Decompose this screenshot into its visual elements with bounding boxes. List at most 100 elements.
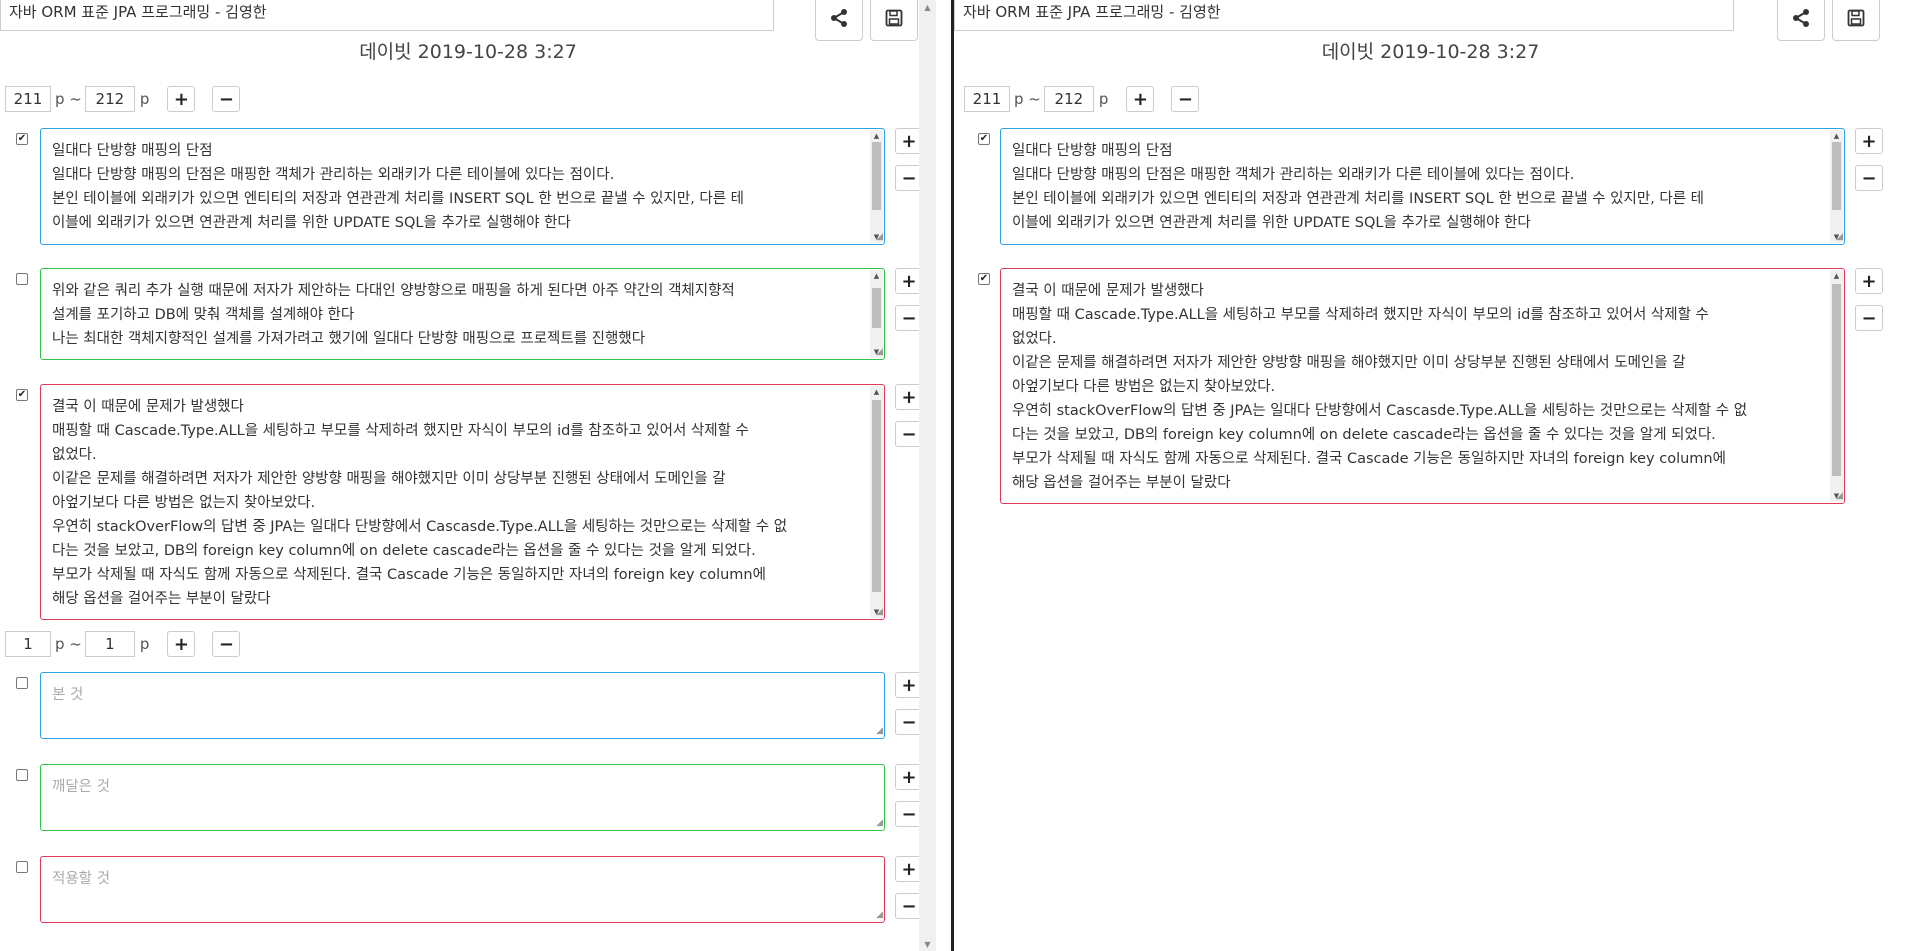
note-line: 다는 것을 보았고, DB의 foreign key column에 on de… — [1012, 427, 1716, 443]
scroll-up-arrow-icon[interactable]: ▲ — [1830, 130, 1843, 142]
note-textarea[interactable]: 일대다 단방향 매핑의 단점 일대다 단방향 매핑의 단점은 매핑한 객체가 관… — [40, 128, 885, 245]
note-checkbox[interactable] — [16, 273, 28, 285]
note-line: 매핑할 때 Cascade.Type.ALL을 세팅하고 부모를 삭제하려 했지… — [1012, 307, 1709, 323]
apply-textarea[interactable]: 적용할 것 ◢ — [40, 856, 885, 923]
share-button[interactable] — [815, 0, 863, 41]
page-range-separator: p ~ — [55, 90, 82, 108]
share-button[interactable] — [1777, 0, 1825, 41]
note-line: 아엎기보다 다른 방법은 없는지 찾아보았다. — [52, 495, 316, 511]
remove-note-button[interactable]: − — [1855, 305, 1883, 331]
note-scrollbar[interactable]: ▲ ▼ — [1830, 270, 1843, 502]
note-checkbox[interactable]: ✔ — [16, 389, 28, 401]
remove-page-range-button[interactable]: − — [1171, 86, 1200, 112]
textarea-placeholder: 깨달은 것 — [52, 779, 110, 795]
save-button[interactable] — [870, 0, 918, 41]
save-icon — [885, 9, 903, 26]
share-icon — [831, 8, 847, 27]
note-line: 없었다. — [52, 447, 97, 463]
right-pane: 자바 ORM 표준 JPA 프로그래밍 - 김영한 데이빗 2019-10-28… — [954, 0, 1907, 951]
note-textarea[interactable]: 결국 이 때문에 문제가 발생했다 매핑할 때 Cascade.Type.ALL… — [1000, 268, 1845, 504]
note-line: 일대다 단방향 매핑의 단점 — [1012, 143, 1173, 159]
resize-grip-icon[interactable]: ◢ — [872, 607, 883, 618]
resize-grip-icon[interactable]: ◢ — [872, 910, 883, 921]
note-line: 이같은 문제를 해결하려면 저자가 제안한 양방향 매핑을 해야했지만 이미 상… — [1012, 355, 1686, 371]
page-from-input[interactable]: 1 — [5, 631, 51, 657]
note-scrollbar[interactable]: ▲ ▼ — [870, 270, 883, 358]
note-scrollbar[interactable]: ▲ ▼ — [870, 386, 883, 618]
scroll-thumb[interactable] — [872, 142, 881, 210]
resize-grip-icon[interactable]: ◢ — [872, 726, 883, 737]
scroll-up-arrow-icon[interactable]: ▲ — [919, 0, 936, 14]
scroll-up-arrow-icon[interactable]: ▲ — [870, 270, 883, 282]
add-page-range-button[interactable]: + — [1126, 86, 1155, 112]
add-page-range-button[interactable]: + — [167, 631, 196, 657]
note-checkbox[interactable]: ✔ — [16, 133, 28, 145]
page-range-separator: p ~ — [55, 635, 82, 653]
book-title-field[interactable]: 자바 ORM 표준 JPA 프로그래밍 - 김영한 — [0, 0, 774, 31]
page-to-input[interactable]: 1 — [84, 631, 135, 657]
resize-grip-icon[interactable]: ◢ — [872, 232, 883, 243]
scroll-thumb[interactable] — [1832, 284, 1841, 476]
note-line: 이블에 외래키가 있으면 연관관계 처리를 위한 UPDATE SQL을 추가로… — [1012, 215, 1531, 231]
save-icon — [1847, 9, 1865, 26]
resize-grip-icon[interactable]: ◢ — [872, 347, 883, 358]
note-line: 해당 옵션을 걸어주는 부분이 달랐다 — [52, 591, 271, 607]
book-title-field[interactable]: 자바 ORM 표준 JPA 프로그래밍 - 김영한 — [954, 0, 1734, 31]
page-range: 211 p ~ 212 p + − — [964, 86, 1200, 112]
remove-note-button[interactable]: − — [1855, 165, 1883, 191]
note-line: 다는 것을 보았고, DB의 foreign key column에 on de… — [52, 543, 756, 559]
note-scrollbar[interactable]: ▲ ▼ — [870, 130, 883, 243]
add-note-button[interactable]: + — [1855, 128, 1883, 154]
page-unit: p — [139, 635, 150, 653]
add-note-button[interactable]: + — [1855, 268, 1883, 294]
page-unit: p — [1098, 90, 1109, 108]
scroll-up-arrow-icon[interactable]: ▲ — [870, 130, 883, 142]
note-line: 부모가 삭제될 때 자식도 함께 자동으로 삭제된다. 결국 Cascade 기… — [1012, 451, 1726, 467]
seen-textarea[interactable]: 본 것 ◢ — [40, 672, 885, 739]
page-to-input[interactable]: 212 — [1043, 86, 1094, 112]
note-line: 일대다 단방향 매핑의 단점은 매핑한 객체가 관리하는 외래키가 다른 테이블… — [52, 167, 615, 183]
scroll-thumb[interactable] — [1832, 142, 1841, 210]
left-pane-scrollbar[interactable]: ▲ ▼ — [919, 0, 936, 951]
share-icon — [1793, 8, 1809, 27]
textarea-placeholder: 적용할 것 — [52, 871, 110, 887]
left-pane: 자바 ORM 표준 JPA 프로그래밍 - 김영한 데이빗 2019-10-28… — [0, 0, 936, 951]
scroll-up-arrow-icon[interactable]: ▲ — [870, 386, 883, 398]
page-range-separator: p ~ — [1014, 90, 1041, 108]
save-button[interactable] — [1832, 0, 1880, 41]
reflection-checkbox[interactable] — [16, 677, 28, 689]
note-line: 위와 같은 쿼리 추가 실행 때문에 저자가 제안하는 다대인 양방향으로 매핑… — [52, 283, 735, 299]
note-line: 아엎기보다 다른 방법은 없는지 찾아보았다. — [1012, 379, 1276, 395]
scroll-thumb[interactable] — [872, 288, 881, 328]
record-subtitle: 데이빗 2019-10-28 3:27 — [1321, 41, 1540, 63]
page-from-input[interactable]: 211 — [5, 86, 51, 112]
add-page-range-button[interactable]: + — [167, 86, 196, 112]
note-line: 본인 테이블에 외래키가 있으면 엔티티의 저장과 연관관계 처리를 INSER… — [52, 191, 745, 207]
reflection-checkbox[interactable] — [16, 861, 28, 873]
note-checkbox[interactable]: ✔ — [978, 133, 990, 145]
note-textarea[interactable]: 위와 같은 쿼리 추가 실행 때문에 저자가 제안하는 다대인 양방향으로 매핑… — [40, 268, 885, 360]
record-subtitle: 데이빗 2019-10-28 3:27 — [359, 41, 577, 63]
page-from-input[interactable]: 211 — [964, 86, 1010, 112]
scroll-down-arrow-icon[interactable]: ▼ — [919, 937, 936, 951]
note-scrollbar[interactable]: ▲ ▼ — [1830, 130, 1843, 243]
note-line: 우연히 stackOverFlow의 답변 중 JPA는 일대다 단방향에서 C… — [1012, 403, 1748, 419]
scroll-thumb[interactable] — [872, 400, 881, 592]
note-line: 본인 테이블에 외래키가 있으면 엔티티의 저장과 연관관계 처리를 INSER… — [1012, 191, 1705, 207]
note-textarea[interactable]: 일대다 단방향 매핑의 단점 일대다 단방향 매핑의 단점은 매핑한 객체가 관… — [1000, 128, 1845, 245]
note-line: 우연히 stackOverFlow의 답변 중 JPA는 일대다 단방향에서 C… — [52, 519, 788, 535]
note-textarea[interactable]: 결국 이 때문에 문제가 발생했다 매핑할 때 Cascade.Type.ALL… — [40, 384, 885, 620]
resize-grip-icon[interactable]: ◢ — [1832, 491, 1843, 502]
note-line: 결국 이 때문에 문제가 발생했다 — [1012, 283, 1204, 299]
remove-page-range-button[interactable]: − — [212, 86, 241, 112]
note-checkbox[interactable]: ✔ — [978, 273, 990, 285]
resize-grip-icon[interactable]: ◢ — [872, 818, 883, 829]
page-to-input[interactable]: 212 — [84, 86, 135, 112]
reflection-checkbox[interactable] — [16, 769, 28, 781]
note-line: 해당 옵션을 걸어주는 부분이 달랐다 — [1012, 475, 1231, 491]
scroll-up-arrow-icon[interactable]: ▲ — [1830, 270, 1843, 282]
remove-page-range-button[interactable]: − — [212, 631, 241, 657]
resize-grip-icon[interactable]: ◢ — [1832, 232, 1843, 243]
realized-textarea[interactable]: 깨달은 것 ◢ — [40, 764, 885, 831]
note-line: 없었다. — [1012, 331, 1057, 347]
